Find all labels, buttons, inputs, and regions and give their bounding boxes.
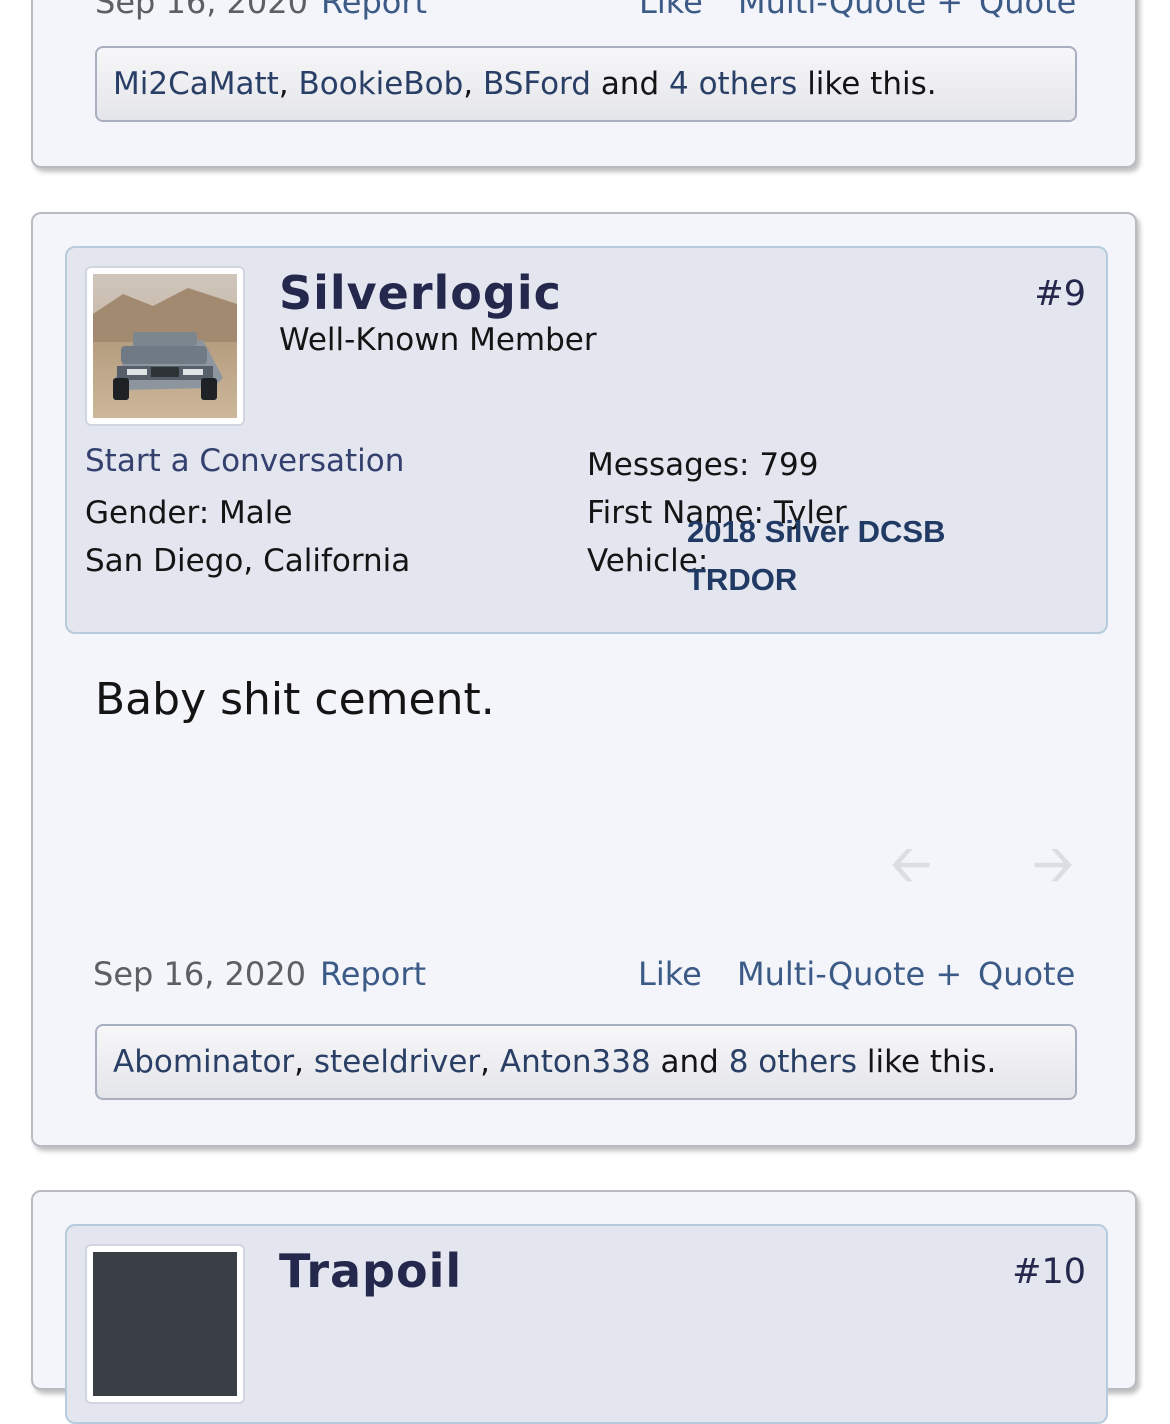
quote-link[interactable]: Quote [978,958,1075,990]
location: San Diego, California [85,543,411,579]
messages-label: Messages: [587,447,750,483]
post-date: Sep 16, 2020 [93,955,306,993]
separator: , [294,1044,305,1080]
post-9: Silverlogic Well-Known Member #9 Start a… [31,212,1137,1147]
likes-summary: Abominator, steeldriver, Anton338 and 8 … [95,1024,1077,1100]
arrow-left-icon[interactable]: 🡠 [889,839,933,889]
gender-value: Male [219,495,293,531]
and-text: and [600,66,660,102]
previous-post: Sep 16, 2020 Report Like Multi-Quote + Q… [31,0,1137,168]
others-link[interactable]: 8 others [729,1044,857,1080]
arrow-right-icon[interactable]: 🡢 [1031,839,1075,889]
like-link[interactable]: Like [638,958,702,990]
like-this-text: like this. [866,1044,997,1080]
liker-link[interactable]: steeldriver [314,1044,480,1080]
quote-link[interactable]: Quote [979,0,1076,18]
messages-value: 799 [759,447,819,483]
vehicle-link[interactable]: 2018 Silver DCSB TRDOR [687,508,1027,604]
post-number-link[interactable]: #9 [1034,274,1086,314]
avatar[interactable] [85,1244,245,1404]
report-link[interactable]: Report [320,958,426,990]
likes-summary: Mi2CaMatt, BookieBob, BSFord and 4 other… [95,46,1077,122]
post-number-link[interactable]: #10 [1012,1252,1086,1292]
report-link[interactable]: Report [321,0,427,18]
separator: , [463,66,474,102]
message-body: Baby shit cement. [95,674,495,725]
separator: , [278,66,289,102]
truck-photo-icon [93,274,237,418]
and-text: and [660,1044,719,1080]
like-this-text: like this. [807,66,937,102]
post-10: Trapoil #10 [31,1190,1137,1424]
others-link[interactable]: 4 others [669,66,797,102]
start-conversation-link[interactable]: Start a Conversation [85,446,404,477]
gender-label: Gender: [85,495,210,531]
liker-link[interactable]: Mi2CaMatt [113,66,279,102]
avatar[interactable] [85,266,245,426]
user-title: Well-Known Member [279,322,597,358]
liker-link[interactable]: Abominator [113,1044,294,1080]
gender-row: Gender: Male [85,498,292,529]
username-link[interactable]: Silverlogic [279,266,562,320]
like-link[interactable]: Like [639,0,703,18]
separator: , [480,1044,491,1080]
avatar-photo-icon [93,1252,237,1396]
liker-link[interactable]: Anton338 [500,1044,651,1080]
liker-link[interactable]: BSFord [483,66,591,102]
user-info-panel: Trapoil #10 [65,1224,1108,1424]
post-date: Sep 16, 2020 [95,0,308,21]
messages-row: Messages: 799 [587,450,819,481]
multiquote-link[interactable]: Multi-Quote + [737,958,962,990]
multiquote-link[interactable]: Multi-Quote + [738,0,963,18]
liker-link[interactable]: BookieBob [299,66,464,102]
username-link[interactable]: Trapoil [279,1244,462,1298]
